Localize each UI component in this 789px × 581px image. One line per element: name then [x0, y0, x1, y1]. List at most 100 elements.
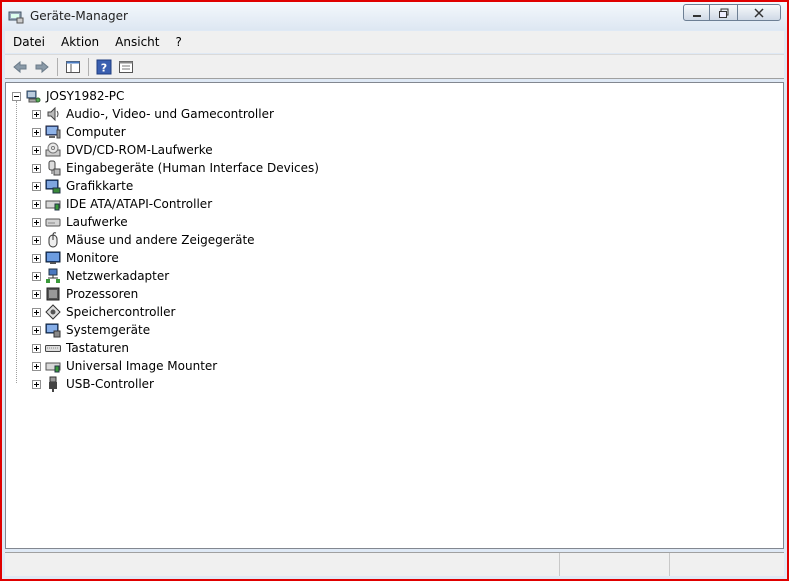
toolbar-separator [88, 57, 89, 76]
window-title: Geräte-Manager [30, 9, 128, 23]
help-button[interactable]: ? [93, 57, 115, 77]
speaker-icon [47, 106, 59, 122]
tree-item-system[interactable]: Systemgeräte [32, 321, 150, 339]
tree-item-label: Monitore [66, 251, 119, 265]
status-segment [670, 553, 784, 576]
display-adapter-icon [45, 179, 61, 194]
expand-toggle[interactable] [32, 217, 41, 227]
restore-icon [718, 8, 728, 18]
tree-item-keyboards[interactable]: Tastaturen [32, 339, 129, 357]
tree-root-label: JOSY1982-PC [46, 89, 125, 103]
properties-button[interactable] [115, 57, 137, 77]
hid-icon [48, 160, 61, 176]
tree-item-graphics[interactable]: Grafikkarte [32, 177, 133, 195]
expand-toggle[interactable] [32, 109, 41, 119]
minimize-button[interactable] [683, 4, 710, 21]
tree-item-hid[interactable]: Eingabegeräte (Human Interface Devices) [32, 159, 319, 177]
tree-item-label: Eingabegeräte (Human Interface Devices) [66, 161, 319, 175]
monitor-icon [45, 251, 61, 264]
expand-toggle[interactable] [32, 325, 41, 335]
expand-toggle[interactable] [32, 235, 41, 245]
dvd-drive-icon [45, 142, 61, 157]
title-bar[interactable]: Geräte-Manager [2, 2, 787, 30]
expand-toggle[interactable] [32, 289, 41, 299]
device-manager-window: Geräte-Manager Datei Aktion Ansicht ? ? … [0, 0, 789, 581]
keyboard-icon [45, 345, 61, 352]
forward-button[interactable] [31, 57, 53, 77]
tree-item-label: Audio-, Video- und Gamecontroller [66, 107, 274, 121]
tree-item-label: Universal Image Mounter [66, 359, 218, 373]
expand-toggle[interactable] [32, 127, 41, 137]
close-icon [754, 7, 764, 18]
tree-item-computer[interactable]: Computer [32, 123, 126, 141]
tree-item-storage[interactable]: Speichercontroller [32, 303, 175, 321]
expand-toggle[interactable] [32, 253, 41, 263]
tree-root-node[interactable]: JOSY1982-PC [12, 87, 124, 105]
tree-item-label: Computer [66, 125, 126, 139]
expand-toggle[interactable] [32, 199, 41, 209]
system-devices-icon [45, 323, 61, 338]
menu-ansicht[interactable]: Ansicht [107, 32, 167, 52]
ide-controller-icon [45, 200, 61, 211]
tree-item-drives[interactable]: Laufwerke [32, 213, 128, 231]
expand-toggle[interactable] [32, 361, 41, 371]
menu-aktion[interactable]: Aktion [53, 32, 107, 52]
menu-datei[interactable]: Datei [5, 32, 53, 52]
collapse-toggle[interactable] [12, 91, 21, 101]
maximize-button[interactable] [710, 4, 737, 21]
computer-network-icon [26, 90, 41, 103]
help-icon: ? [96, 59, 112, 74]
tree-item-usb[interactable]: USB-Controller [32, 375, 154, 393]
properties-icon [119, 60, 133, 73]
tree-item-label: Speichercontroller [66, 305, 176, 319]
tree-item-network[interactable]: Netzwerkadapter [32, 267, 169, 285]
show-hide-console-tree-icon [66, 60, 80, 73]
disk-drive-icon [45, 218, 61, 227]
tree-item-label: Systemgeräte [66, 323, 151, 337]
image-mounter-icon [45, 362, 61, 373]
tree-item-monitors[interactable]: Monitore [32, 249, 119, 267]
expand-toggle[interactable] [32, 145, 41, 155]
tree-item-label: DVD/CD-ROM-Laufwerke [66, 143, 213, 157]
expand-toggle[interactable] [32, 379, 41, 389]
tree-item-audio[interactable]: Audio-, Video- und Gamecontroller [32, 105, 274, 123]
storage-controller-icon [45, 304, 61, 320]
tree-item-dvd[interactable]: DVD/CD-ROM-Laufwerke [32, 141, 213, 159]
expand-toggle[interactable] [32, 343, 41, 353]
tree-item-ide[interactable]: IDE ATA/ATAPI-Controller [32, 195, 212, 213]
tree-item-label: Laufwerke [66, 215, 128, 229]
tree-item-label: Mäuse und andere Zeigegeräte [66, 233, 255, 247]
menu-bar: Datei Aktion Ansicht ? [5, 31, 784, 53]
tree-item-label: Grafikkarte [66, 179, 134, 193]
back-button[interactable] [9, 57, 31, 77]
window-controls [683, 4, 781, 21]
processor-icon [46, 287, 60, 301]
expand-toggle[interactable] [32, 271, 41, 281]
tree-item-processors[interactable]: Prozessoren [32, 285, 138, 303]
menu-help[interactable]: ? [167, 32, 189, 52]
forward-icon [35, 60, 49, 73]
tree-item-label: Prozessoren [66, 287, 139, 301]
show-hide-console-tree-button[interactable] [62, 57, 84, 77]
tree-item-mice[interactable]: Mäuse und andere Zeigegeräte [32, 231, 255, 249]
device-tree[interactable]: JOSY1982-PC Audio-, Video- und Gamecontr… [5, 82, 784, 549]
computer-icon [45, 125, 61, 139]
back-icon [13, 60, 27, 73]
mouse-icon [48, 232, 58, 248]
tree-item-label: USB-Controller [66, 377, 154, 391]
expand-toggle[interactable] [32, 181, 41, 191]
expand-toggle[interactable] [32, 163, 41, 173]
toolbar: ? [5, 54, 784, 79]
tree-connector-line [16, 101, 17, 383]
expand-toggle[interactable] [32, 307, 41, 317]
network-adapter-icon [46, 268, 60, 283]
minimize-icon [692, 14, 701, 17]
svg-text:?: ? [101, 61, 107, 74]
close-button[interactable] [737, 4, 781, 21]
status-segment [560, 553, 670, 576]
tree-item-label: Tastaturen [66, 341, 129, 355]
tree-item-label: Netzwerkadapter [66, 269, 170, 283]
status-segment [5, 553, 560, 576]
tree-item-image-mounter[interactable]: Universal Image Mounter [32, 357, 217, 375]
status-bar [5, 552, 784, 576]
